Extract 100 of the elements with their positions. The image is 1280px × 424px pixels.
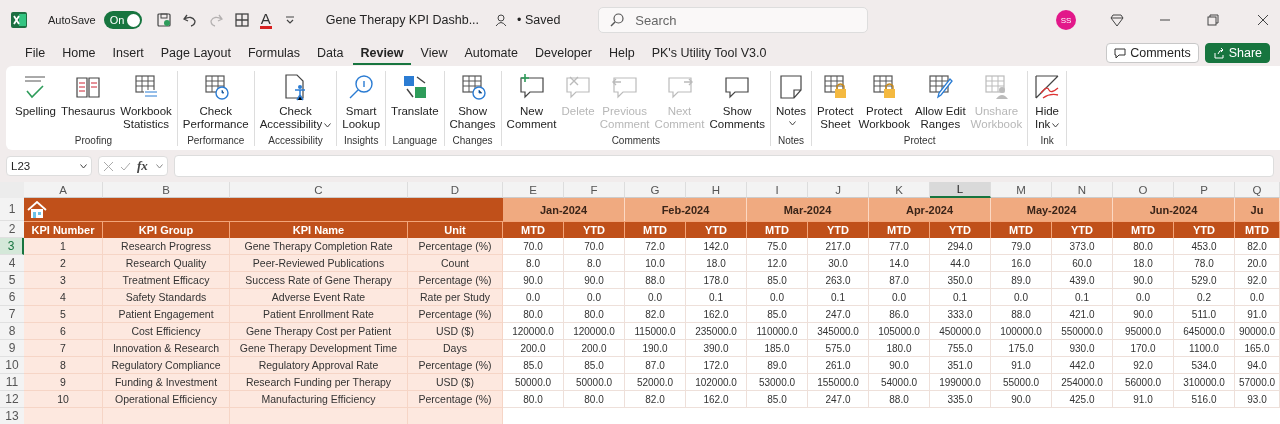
menu-tab[interactable]: File [18, 41, 53, 65]
row-header[interactable]: 7 [0, 306, 24, 323]
share-button[interactable]: Share [1204, 43, 1270, 63]
menu-tab[interactable]: Home [55, 41, 103, 65]
cancel-icon[interactable] [103, 160, 114, 172]
autosave-label: AutoSave [48, 14, 96, 26]
column-header[interactable]: M [991, 182, 1052, 198]
column-header[interactable]: C [230, 182, 408, 198]
row-header[interactable]: 1 [0, 198, 24, 221]
table-cell: 0.1 [1052, 289, 1113, 306]
table-cell: 30.0 [808, 255, 869, 272]
menu-tab[interactable]: PK's Utility Tool V3.0 [644, 41, 774, 65]
column-title: YTD [564, 221, 625, 238]
column-header[interactable]: Q [1235, 182, 1280, 198]
column-header[interactable]: O [1113, 182, 1174, 198]
insert-function-button[interactable]: fx [137, 158, 148, 174]
table-cell: 534.0 [1174, 357, 1235, 374]
row-header[interactable]: 8 [0, 323, 24, 340]
ribbon-button[interactable]: Translate [389, 71, 441, 135]
table-cell: 90.0 [869, 357, 930, 374]
row-header[interactable]: 13 [0, 408, 24, 424]
menu-tab[interactable]: Automate [457, 41, 525, 65]
table-cell: 56000.0 [1113, 374, 1174, 391]
diamond-icon[interactable] [1110, 13, 1124, 27]
ribbon-button[interactable]: Check Performance [180, 71, 251, 135]
table-cell: 80.0 [564, 306, 625, 323]
row-header[interactable]: 6 [0, 289, 24, 306]
column-header[interactable]: K [869, 182, 930, 198]
ribbon-button[interactable]: Allow Edit Ranges [913, 71, 968, 135]
ribbon-button[interactable]: Protect Workbook [856, 71, 913, 135]
row-header[interactable]: 12 [0, 391, 24, 408]
table-cell: 294.0 [930, 238, 991, 255]
restore-icon[interactable] [1206, 13, 1220, 27]
row-header[interactable]: 5 [0, 272, 24, 289]
column-header[interactable]: N [1052, 182, 1113, 198]
formula-input[interactable] [173, 155, 1274, 177]
comments-button[interactable]: Comments [1106, 43, 1199, 63]
row-header[interactable]: 9 [0, 340, 24, 357]
ribbon-button[interactable]: Notes [774, 71, 809, 135]
close-icon[interactable] [1256, 13, 1270, 27]
ribbon-button[interactable]: Show Comments [707, 71, 768, 135]
ribbon-button[interactable]: Check Accessibility [257, 71, 334, 135]
table-cell: 120000.0 [564, 323, 625, 340]
column-header[interactable]: L [930, 182, 991, 198]
table-cell: 261.0 [808, 357, 869, 374]
row-header[interactable]: 11 [0, 374, 24, 391]
row-header[interactable]: 10 [0, 357, 24, 374]
table-cell: 85.0 [503, 357, 564, 374]
row-header[interactable]: 2 [0, 221, 24, 238]
menu-tab[interactable]: Review [353, 41, 411, 65]
row-header[interactable]: 4 [0, 255, 24, 272]
table-cell: 18.0 [686, 255, 747, 272]
table-cell: 1 [24, 238, 103, 255]
column-header[interactable]: D [408, 182, 503, 198]
column-header[interactable]: B [103, 182, 230, 198]
menu-tab[interactable]: View [413, 41, 455, 65]
ribbon-button[interactable]: Workbook Statistics [118, 71, 174, 135]
row-header[interactable]: 3 [0, 238, 24, 255]
table-cell: 0.0 [747, 289, 808, 306]
home-icon[interactable] [27, 200, 47, 219]
grid-icon[interactable] [233, 12, 250, 28]
column-header[interactable]: I [747, 182, 808, 198]
table-cell: 200.0 [503, 340, 564, 357]
ribbon-button[interactable]: Smart Lookup [340, 71, 383, 135]
table-cell: 90.0 [1113, 272, 1174, 289]
table-cell: 100000.0 [991, 323, 1052, 340]
menu-tab[interactable]: Help [601, 41, 642, 65]
check-icon[interactable] [120, 160, 131, 172]
menu-tab[interactable]: Data [310, 41, 351, 65]
menu-tab[interactable]: Insert [105, 41, 151, 65]
table-cell: Regulatory Compliance [103, 357, 230, 374]
search-field[interactable]: Search [598, 7, 869, 33]
name-box[interactable]: L23 [6, 156, 92, 176]
menu-tab[interactable]: Formulas [240, 41, 308, 65]
column-header[interactable]: P [1174, 182, 1235, 198]
font-color-button[interactable]: A [259, 11, 272, 29]
table-cell: 54000.0 [869, 374, 930, 391]
autosave-toggle[interactable]: On [103, 11, 142, 29]
column-header[interactable]: A [24, 182, 103, 198]
ribbon-button[interactable]: Hide Ink [1031, 71, 1064, 135]
column-header[interactable]: F [564, 182, 625, 198]
column-header[interactable]: G [625, 182, 686, 198]
column-title: MTD [503, 221, 564, 238]
ribbon-button[interactable]: Thesaurus [58, 71, 118, 135]
column-title: MTD [1235, 221, 1280, 238]
undo-icon[interactable] [181, 12, 198, 28]
ribbon-button[interactable]: New Comment [504, 71, 559, 135]
menu-tab[interactable]: Developer [527, 41, 599, 65]
column-header[interactable]: J [808, 182, 869, 198]
save-status[interactable]: • Saved [517, 13, 561, 27]
column-header[interactable]: E [503, 182, 564, 198]
column-header[interactable]: H [686, 182, 747, 198]
ribbon-button[interactable]: Protect Sheet [815, 71, 856, 135]
user-avatar[interactable]: SS [1056, 10, 1076, 30]
table-cell: 75.0 [747, 238, 808, 255]
ribbon-button[interactable]: Show Changes [447, 71, 498, 135]
search-placeholder: Search [635, 12, 677, 28]
menu-tab[interactable]: Page Layout [153, 41, 238, 65]
ribbon-button[interactable]: Spelling [13, 71, 58, 135]
save-icon[interactable] [155, 12, 172, 28]
